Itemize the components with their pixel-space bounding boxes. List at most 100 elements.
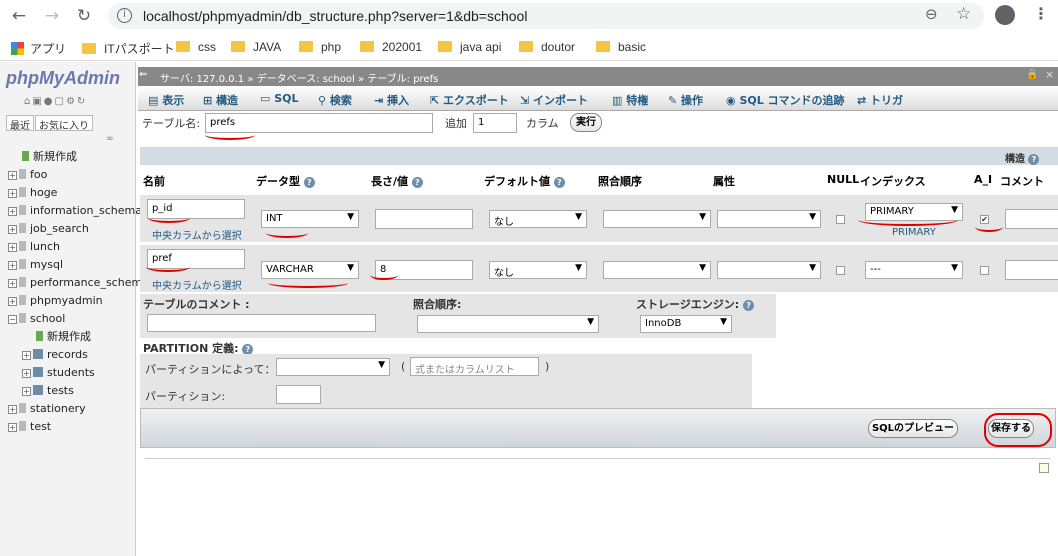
profile-avatar-icon[interactable] (995, 5, 1015, 25)
tree-db-test[interactable]: + test (8, 418, 136, 436)
expand-icon[interactable]: + (22, 387, 31, 396)
tree-db-stationery[interactable]: + stationery (8, 400, 136, 418)
bookmark-folder[interactable]: ITパスポート (82, 40, 175, 57)
attributes-select[interactable]: ▼ (717, 261, 821, 279)
expand-icon[interactable]: + (8, 423, 17, 432)
tab-export[interactable]: ⇱ エクスポート (430, 92, 509, 108)
default-select[interactable]: なし ▼ (489, 210, 587, 228)
bookmark-folder[interactable]: php (299, 40, 341, 54)
central-column-link[interactable]: 中央カラムから選択 (152, 227, 242, 242)
comment-input[interactable] (1005, 209, 1058, 229)
tab-browse[interactable]: ▤ 表示 (148, 92, 184, 108)
tab-import[interactable]: ⇲ インポート (520, 92, 588, 108)
storage-engine-select[interactable]: InnoDB ▼ (640, 315, 732, 333)
tree-db-job-search[interactable]: + job_search (8, 220, 136, 238)
tab-triggers[interactable]: ⇄ トリガ (857, 92, 903, 108)
bookmark-folder[interactable]: doutor (519, 40, 575, 54)
link-icon[interactable]: ∞ (106, 134, 114, 144)
info-icon[interactable]: i (117, 8, 132, 23)
expand-icon[interactable]: + (8, 189, 17, 198)
star-icon[interactable]: ☆ (956, 4, 971, 24)
partition-expression-input[interactable]: 式またはカラムリスト (410, 357, 539, 376)
expand-icon[interactable]: + (22, 351, 31, 360)
tree-new-db[interactable]: 新規作成 (8, 148, 136, 166)
central-column-link[interactable]: 中央カラムから選択 (152, 277, 242, 292)
partitions-input[interactable] (276, 385, 321, 404)
tab-operations[interactable]: ✎ 操作 (668, 92, 703, 108)
expand-icon[interactable]: + (8, 279, 17, 288)
tab-privileges[interactable]: ▥ 特権 (612, 92, 648, 108)
type-select[interactable]: VARCHAR ▼ (261, 261, 359, 279)
tab-insert[interactable]: ⇥ 挿入 (374, 92, 409, 108)
tab-tracking[interactable]: ◉ SQL コマンドの追跡 (726, 92, 845, 108)
tree-db-phpmyadmin[interactable]: + phpmyadmin (8, 292, 136, 310)
type-select[interactable]: INT ▼ (261, 210, 359, 228)
favorites-button[interactable]: お気に入り (35, 115, 93, 132)
bookmark-folder[interactable]: 202001 (360, 40, 422, 54)
recent-button[interactable]: 最近 (6, 115, 34, 132)
add-columns-count[interactable]: 1 (473, 113, 517, 133)
console-icon[interactable] (1039, 463, 1049, 473)
collapse-icon[interactable]: ⨯ (1045, 68, 1054, 81)
table-comment-input[interactable] (147, 314, 376, 332)
help-icon[interactable]: ? (553, 177, 565, 188)
bookmark-folder[interactable]: java api (438, 40, 501, 54)
expand-icon[interactable]: + (8, 261, 17, 270)
help-icon[interactable]: ? (303, 177, 315, 188)
tree-db-lunch[interactable]: + lunch (8, 238, 136, 256)
reload-icon[interactable]: ↻ (74, 6, 94, 26)
expand-icon[interactable]: + (8, 207, 17, 216)
tree-db-performance-schema[interactable]: + performance_schema (8, 274, 149, 292)
help-icon[interactable]: ? (1028, 154, 1040, 165)
tree-db-mysql[interactable]: + mysql (8, 256, 136, 274)
comment-input[interactable] (1005, 260, 1058, 280)
back-arrow-icon[interactable]: ← (9, 6, 29, 26)
tree-table-tests[interactable]: + tests (8, 382, 136, 400)
help-icon[interactable]: ? (411, 177, 423, 188)
bookmark-folder[interactable]: basic (596, 40, 646, 54)
breadcrumb-database[interactable]: データベース: school (257, 74, 355, 85)
tree-new-table[interactable]: 新規作成 (8, 328, 136, 346)
breadcrumb-server[interactable]: サーバ: 127.0.0.1 (160, 74, 244, 85)
help-icon[interactable]: ? (743, 300, 755, 311)
length-input[interactable] (375, 209, 473, 229)
url-text[interactable]: localhost/phpmyadmin/db_structure.php?se… (143, 8, 527, 24)
expand-icon[interactable]: + (8, 297, 17, 306)
zoom-icon[interactable]: ⊖ (925, 5, 938, 23)
breadcrumb-table[interactable]: テーブル: prefs (367, 74, 438, 85)
menu-dots-icon[interactable]: ⋮ (1033, 4, 1049, 23)
tree-table-students[interactable]: + students (8, 364, 136, 382)
collation-select[interactable]: ▼ (603, 210, 711, 228)
phpmyadmin-logo[interactable]: phpMyAdmin (6, 68, 120, 89)
bookmark-apps[interactable]: アプリ (11, 40, 66, 57)
tree-db-information-schema[interactable]: + information_schema (8, 202, 142, 220)
null-checkbox[interactable] (836, 266, 845, 275)
tree-db-foo[interactable]: + foo (8, 166, 136, 184)
ai-checkbox[interactable] (980, 266, 989, 275)
tab-sql[interactable]: ▭ SQL (260, 92, 299, 105)
collapse-icon[interactable]: − (8, 315, 17, 324)
bookmark-folder[interactable]: JAVA (231, 40, 281, 54)
nav-icons[interactable]: ⌂▣●▢⚙↻ (24, 96, 87, 107)
tab-structure[interactable]: ⊞ 構造 (203, 92, 238, 108)
go-button[interactable]: 実行 (570, 113, 602, 132)
tree-db-school[interactable]: − school (8, 310, 136, 328)
expand-icon[interactable]: + (22, 369, 31, 378)
collation-select[interactable]: ▼ (603, 261, 711, 279)
tree-db-hoge[interactable]: + hoge (8, 184, 136, 202)
collapse-nav-icon[interactable]: ⇐ (139, 69, 147, 80)
table-collation-select[interactable]: ▼ (417, 315, 599, 333)
partition-by-select[interactable]: ▼ (276, 358, 390, 376)
null-checkbox[interactable] (836, 215, 845, 224)
default-select[interactable]: なし ▼ (489, 261, 587, 279)
sql-preview-button[interactable]: SQLのプレビュー (868, 419, 958, 438)
expand-icon[interactable]: + (8, 243, 17, 252)
lock-icon[interactable]: 🔒 (1026, 69, 1038, 80)
index-select[interactable]: --- ▼ (865, 261, 963, 279)
expand-icon[interactable]: + (8, 171, 17, 180)
expand-icon[interactable]: + (8, 405, 17, 414)
tab-search[interactable]: ⚲ 検索 (318, 92, 352, 108)
expand-icon[interactable]: + (8, 225, 17, 234)
forward-arrow-icon[interactable]: → (42, 6, 62, 26)
attributes-select[interactable]: ▼ (717, 210, 821, 228)
